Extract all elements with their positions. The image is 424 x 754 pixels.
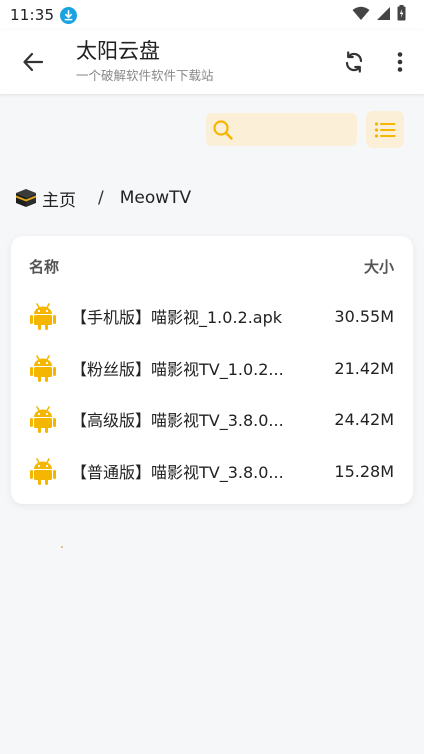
status-time: 11:35 xyxy=(10,6,55,24)
file-name: 【普通版】喵影视TV_3.8.0... xyxy=(71,463,284,482)
search-icon xyxy=(213,119,233,140)
file-size: 30.55M xyxy=(334,306,394,326)
android-icon xyxy=(30,301,56,331)
battery-icon xyxy=(397,5,406,25)
android-icon xyxy=(30,456,56,486)
breadcrumb-current[interactable]: MeowTV xyxy=(120,188,191,208)
breadcrumb-home-label: 主页 xyxy=(42,190,76,211)
table-header: 名称 大小 xyxy=(11,252,413,280)
refresh-icon xyxy=(345,51,363,73)
breadcrumb-home[interactable]: 主页 xyxy=(15,186,76,211)
file-row[interactable]: 【手机版】喵影视_1.0.2.apk 30.55M xyxy=(11,293,413,339)
file-name: 【高级版】喵影视TV_3.8.0... xyxy=(71,411,284,430)
app-bar: 太阳云盘 一个破解软件软件下载站 xyxy=(0,30,424,94)
status-left: 11:35 xyxy=(10,6,78,24)
file-row[interactable]: 【粉丝版】喵影视TV_1.0.2... 21.42M xyxy=(11,345,413,391)
more-options-button[interactable] xyxy=(386,44,414,80)
file-size: 24.42M xyxy=(334,409,394,429)
status-right xyxy=(352,5,406,25)
column-header-name[interactable]: 名称 xyxy=(29,256,59,277)
android-icon xyxy=(30,353,56,383)
file-name: 【手机版】喵影视_1.0.2.apk xyxy=(71,308,283,327)
list-icon xyxy=(374,121,396,138)
status-bar: 11:35 xyxy=(0,0,424,30)
file-name: 【粉丝版】喵影视TV_1.0.2... xyxy=(71,360,284,379)
kaaba-icon xyxy=(16,189,36,207)
file-list-card: 名称 大小 【手机版】喵影视_1.0.2.apk 30.55M 【粉丝版】喵影视… xyxy=(11,236,413,504)
signal-icon xyxy=(376,6,391,25)
back-button[interactable] xyxy=(14,44,52,80)
search-input[interactable] xyxy=(238,115,348,144)
refresh-button[interactable] xyxy=(338,44,370,80)
more-vert-icon xyxy=(397,52,403,72)
list-view-toggle-button[interactable] xyxy=(366,111,404,148)
breadcrumb: 主页 / MeowTV xyxy=(15,185,191,211)
back-arrow-icon xyxy=(23,52,44,72)
file-size: 21.42M xyxy=(334,358,394,378)
file-row[interactable]: 【普通版】喵影视TV_3.8.0... 15.28M xyxy=(11,448,413,494)
wifi-icon xyxy=(352,6,370,25)
breadcrumb-separator: / xyxy=(98,188,104,208)
title-block: 太阳云盘 一个破解软件软件下载站 xyxy=(76,37,214,85)
page-subtitle: 一个破解软件软件下载站 xyxy=(76,68,214,83)
file-size: 15.28M xyxy=(334,461,394,481)
column-header-size[interactable]: 大小 xyxy=(364,256,394,277)
page-title: 太阳云盘 xyxy=(76,39,160,63)
decorative-dot xyxy=(61,546,63,548)
search-box[interactable] xyxy=(206,113,357,146)
android-icon xyxy=(30,404,56,434)
download-icon xyxy=(60,6,78,24)
file-row[interactable]: 【高级版】喵影视TV_3.8.0... 24.42M xyxy=(11,396,413,442)
